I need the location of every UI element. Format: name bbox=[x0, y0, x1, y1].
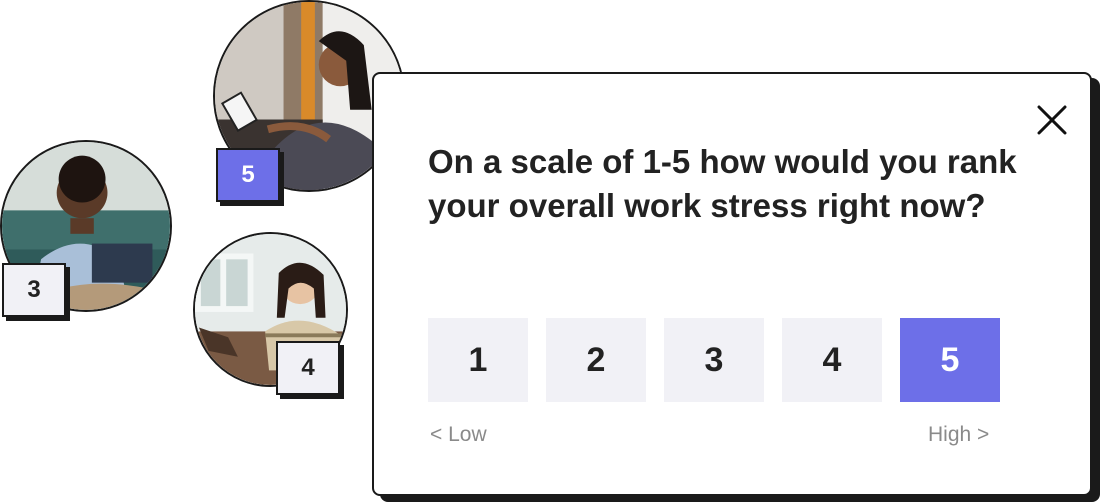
survey-card: On a scale of 1-5 how would you rank you… bbox=[372, 72, 1092, 496]
rating-option-5[interactable]: 5 bbox=[900, 318, 1000, 402]
rating-option-3[interactable]: 3 bbox=[664, 318, 764, 402]
rating-options: 1 2 3 4 5 bbox=[428, 318, 1000, 402]
close-button[interactable] bbox=[1032, 100, 1072, 140]
rating-option-1[interactable]: 1 bbox=[428, 318, 528, 402]
rating-option-4[interactable]: 4 bbox=[782, 318, 882, 402]
survey-question: On a scale of 1-5 how would you rank you… bbox=[428, 143, 1017, 224]
rating-badge-selected: 5 bbox=[216, 148, 280, 202]
close-icon bbox=[1037, 105, 1067, 135]
scale-high-label: High > bbox=[928, 423, 990, 446]
rating-option-2[interactable]: 2 bbox=[546, 318, 646, 402]
scale-low-label: < Low bbox=[430, 423, 487, 446]
rating-badge: 3 bbox=[2, 263, 66, 317]
rating-badge: 4 bbox=[276, 341, 340, 395]
